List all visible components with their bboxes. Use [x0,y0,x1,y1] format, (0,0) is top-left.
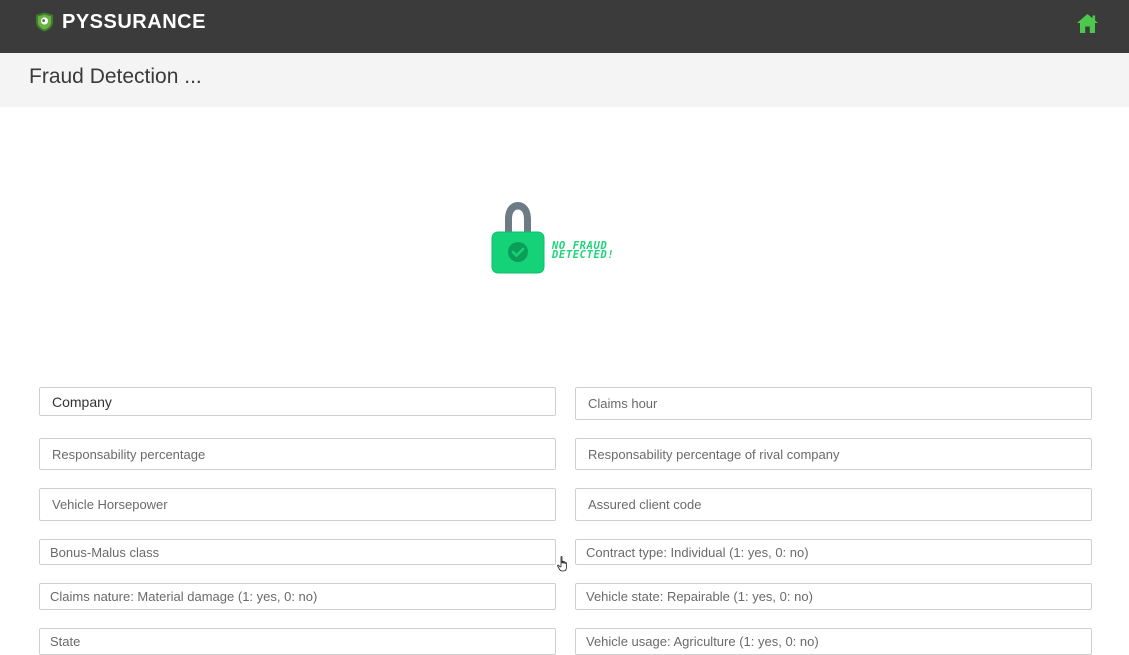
responsability-rival-field[interactable] [575,438,1092,470]
result-message: NO FRAUD DETECTED! [552,241,615,261]
state-field[interactable] [39,628,556,655]
responsability-rival-input[interactable] [588,446,1091,462]
vehicle-horsepower-input[interactable] [52,497,555,512]
company-field[interactable] [39,387,556,416]
contract-type-input[interactable] [586,544,1091,560]
bonus-malus-field[interactable] [39,539,556,565]
hand-cursor-icon [557,556,567,572]
assured-client-code-input[interactable] [588,497,1091,512]
vehicle-state-field[interactable] [575,583,1092,610]
shield-logo-icon [36,12,53,32]
claims-hour-input[interactable] [588,396,1091,411]
vehicle-usage-input[interactable] [586,634,1091,649]
home-icon[interactable] [1076,13,1099,34]
vehicle-state-input[interactable] [586,589,1091,604]
company-input[interactable] [52,393,555,410]
vehicle-horsepower-field[interactable] [39,488,556,521]
responsability-percentage-field[interactable] [39,438,556,470]
claims-hour-field[interactable] [575,387,1092,420]
contract-type-field[interactable] [575,539,1092,565]
claims-nature-input[interactable] [50,589,555,604]
assured-client-code-field[interactable] [575,488,1092,521]
brand-name: PYSSURANCE [62,10,206,33]
vehicle-usage-field[interactable] [575,628,1092,655]
bonus-malus-input[interactable] [50,544,555,560]
page-title: Fraud Detection ... [29,65,202,88]
brand[interactable]: PYSSURANCE [35,11,206,33]
lock-check-icon [491,202,545,274]
responsability-percentage-input[interactable] [52,446,555,462]
result-line-2: DETECTED! [552,249,615,261]
state-input[interactable] [50,634,555,649]
claims-nature-field[interactable] [39,583,556,610]
top-navbar: PYSSURANCE [0,0,1129,53]
